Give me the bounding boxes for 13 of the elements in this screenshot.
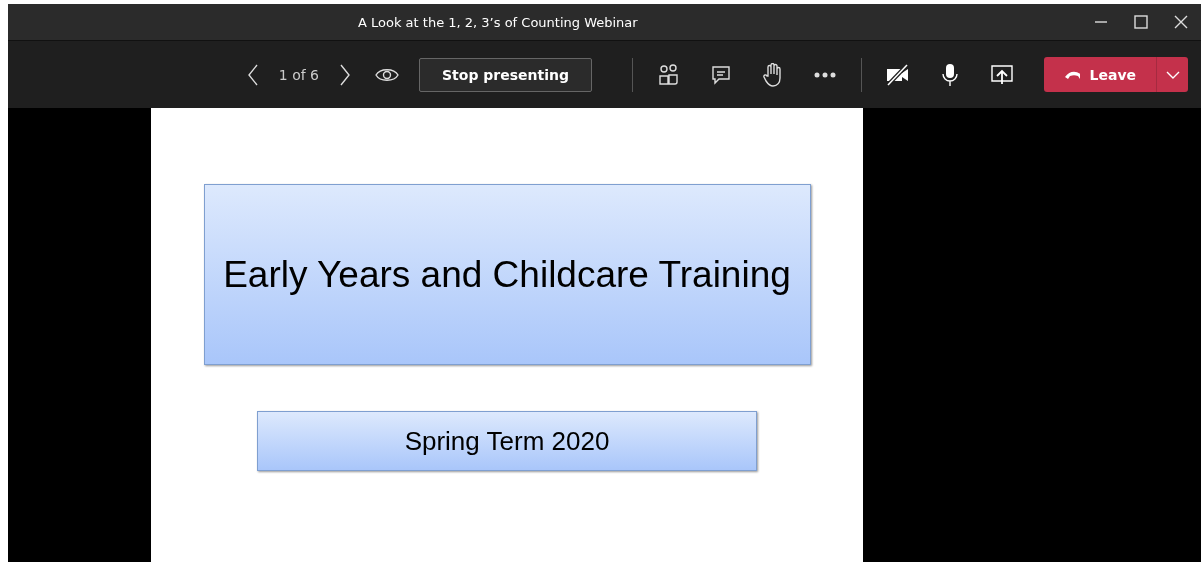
page-indicator: 1 of 6: [277, 66, 320, 83]
close-icon: [1174, 15, 1188, 29]
phone-icon: [1064, 69, 1080, 80]
chevron-right-icon: [339, 63, 351, 86]
leave-button[interactable]: Leave: [1044, 57, 1156, 92]
leave-options-button[interactable]: [1156, 57, 1188, 92]
window-title: A Look at the 1, 2, 3’s of Counting Webinar: [358, 14, 639, 30]
chevron-left-icon: [246, 63, 259, 86]
slide-subtitle: Spring Term 2020: [257, 411, 757, 471]
slide-title: Early Years and Childcare Training: [203, 184, 811, 365]
maximize-icon: [1134, 15, 1148, 29]
stop-presenting-button[interactable]: Stop presenting: [419, 57, 592, 92]
chevron-down-icon: [1165, 70, 1180, 79]
